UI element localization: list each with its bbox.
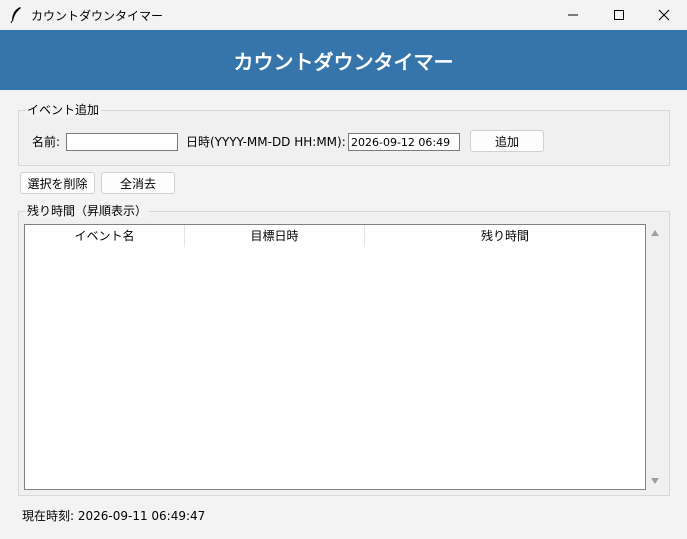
table-header: イベント名 目標日時 残り時間	[25, 225, 645, 247]
column-header-remaining-time[interactable]: 残り時間	[365, 225, 645, 247]
column-header-target-datetime[interactable]: 目標日時	[185, 225, 365, 247]
table-scrollbar[interactable]	[648, 224, 662, 490]
maximize-icon	[614, 10, 624, 20]
window-title: カウントダウンタイマー	[31, 9, 164, 23]
datetime-label: 日時(YYYY-MM-DD HH:MM):	[186, 135, 346, 149]
minimize-icon	[568, 14, 578, 16]
clear-all-button[interactable]: 全消去	[101, 172, 175, 194]
remaining-time-group-label: 残り時間（昇順表示）	[25, 204, 150, 218]
app-header: カウントダウンタイマー	[0, 30, 687, 90]
add-button[interactable]: 追加	[470, 130, 544, 152]
column-header-event-name[interactable]: イベント名	[25, 225, 185, 247]
close-icon	[658, 9, 670, 21]
scroll-up-icon[interactable]	[650, 229, 660, 237]
event-table[interactable]: イベント名 目標日時 残り時間	[24, 224, 646, 490]
scroll-down-icon[interactable]	[650, 477, 660, 485]
minimize-button[interactable]	[550, 0, 596, 30]
name-input[interactable]	[66, 133, 178, 151]
add-event-group: イベント追加 名前: 日時(YYYY-MM-DD HH:MM): 追加	[18, 103, 670, 166]
current-time-label: 現在時刻: 2026-09-11 06:49:47	[22, 509, 206, 523]
header-title: カウントダウンタイマー	[233, 49, 454, 74]
delete-selected-button[interactable]: 選択を削除	[20, 172, 95, 194]
add-event-group-label: イベント追加	[25, 103, 102, 117]
datetime-input[interactable]	[348, 133, 460, 151]
close-button[interactable]	[641, 0, 687, 30]
window-titlebar: カウントダウンタイマー	[0, 0, 687, 30]
name-label: 名前:	[32, 135, 61, 149]
feather-icon	[9, 6, 23, 24]
maximize-button[interactable]	[596, 0, 642, 30]
